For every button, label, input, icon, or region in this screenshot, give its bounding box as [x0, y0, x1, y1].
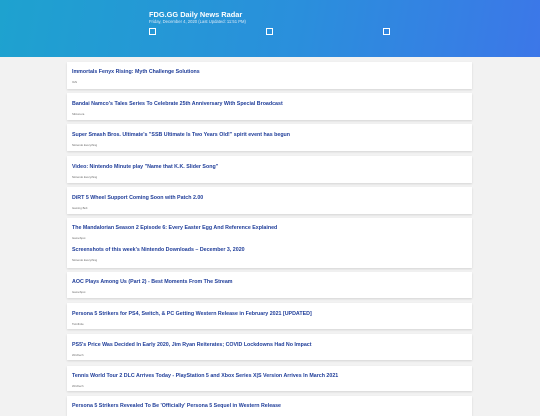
news-item-source: GameSpot: [72, 290, 86, 294]
news-item: Super Smash Bros. Ultimate's "SSB Ultima…: [67, 124, 472, 151]
news-item-title[interactable]: PS5's Price Was Decided In Early 2020, J…: [72, 342, 312, 348]
news-item-source: Gaming Bolt: [72, 206, 88, 210]
last-updated-text: Friday, December 4, 2020 (Last Updated: …: [149, 19, 246, 24]
news-item-source: Wccftech: [72, 353, 84, 357]
news-item-title[interactable]: Immortals Fenyx Rising: Myth Challenge S…: [72, 69, 200, 75]
site-header: FDG.GG Daily News Radar Friday, December…: [0, 0, 540, 57]
news-item: Persona 5 Strikers for PS4, Switch, & PC…: [67, 303, 472, 329]
news-item-title[interactable]: Video: Nintendo Minute play "Name that K…: [72, 164, 218, 170]
news-item-title[interactable]: Super Smash Bros. Ultimate's "SSB Ultima…: [72, 132, 290, 138]
news-item-title[interactable]: Persona 5 Strikers for PS4, Switch, & PC…: [72, 311, 312, 317]
filter-toggle-1[interactable]: [149, 28, 156, 35]
filter-toggle-3[interactable]: [383, 28, 390, 35]
news-item-title[interactable]: Bandai Namco's Tales Series To Celebrate…: [72, 101, 283, 107]
news-item: Immortals Fenyx Rising: Myth Challenge S…: [67, 62, 472, 89]
news-item: Video: Nintendo Minute play "Name that K…: [67, 156, 472, 183]
news-item-title[interactable]: Persona 5 Strikers Revealed To Be 'Offic…: [72, 403, 281, 409]
news-item-source: Siliconera: [72, 112, 85, 116]
site-title: FDG.GG Daily News Radar: [149, 10, 243, 19]
news-item: PS5's Price Was Decided In Early 2020, J…: [67, 334, 472, 360]
news-item-source: IGN: [72, 80, 77, 84]
news-item-title[interactable]: Screenshots of this week's Nintendo Down…: [72, 247, 245, 253]
news-item-group: The Mandalorian Season 2 Episode 6: Ever…: [67, 218, 472, 268]
news-item-source: GameSpot: [72, 236, 86, 240]
news-item-title[interactable]: AOC Plays Among Us (Part 2) - Best Momen…: [72, 279, 233, 285]
news-item-source: Nintendo Everything: [72, 258, 98, 262]
news-item: Persona 5 Strikers Revealed To Be 'Offic…: [67, 396, 472, 416]
news-item-title[interactable]: Tennis World Tour 2 DLC Arrives Today - …: [72, 373, 338, 379]
news-item-source: Twinfinite: [72, 322, 84, 326]
news-item-title[interactable]: The Mandalorian Season 2 Episode 6: Ever…: [72, 225, 277, 231]
news-item-source: Nintendo Everything: [72, 175, 98, 179]
filter-toggle-2[interactable]: [266, 28, 273, 35]
news-item-source: Nintendo Everything: [72, 143, 98, 147]
news-item: DiRT 5 Wheel Support Coming Soon with Pa…: [67, 187, 472, 214]
news-item-source: Wccftech: [72, 384, 84, 388]
news-item: Bandai Namco's Tales Series To Celebrate…: [67, 93, 472, 120]
news-item-title[interactable]: DiRT 5 Wheel Support Coming Soon with Pa…: [72, 195, 203, 201]
news-item: Tennis World Tour 2 DLC Arrives Today - …: [67, 366, 472, 391]
news-item: AOC Plays Among Us (Part 2) - Best Momen…: [67, 272, 472, 298]
